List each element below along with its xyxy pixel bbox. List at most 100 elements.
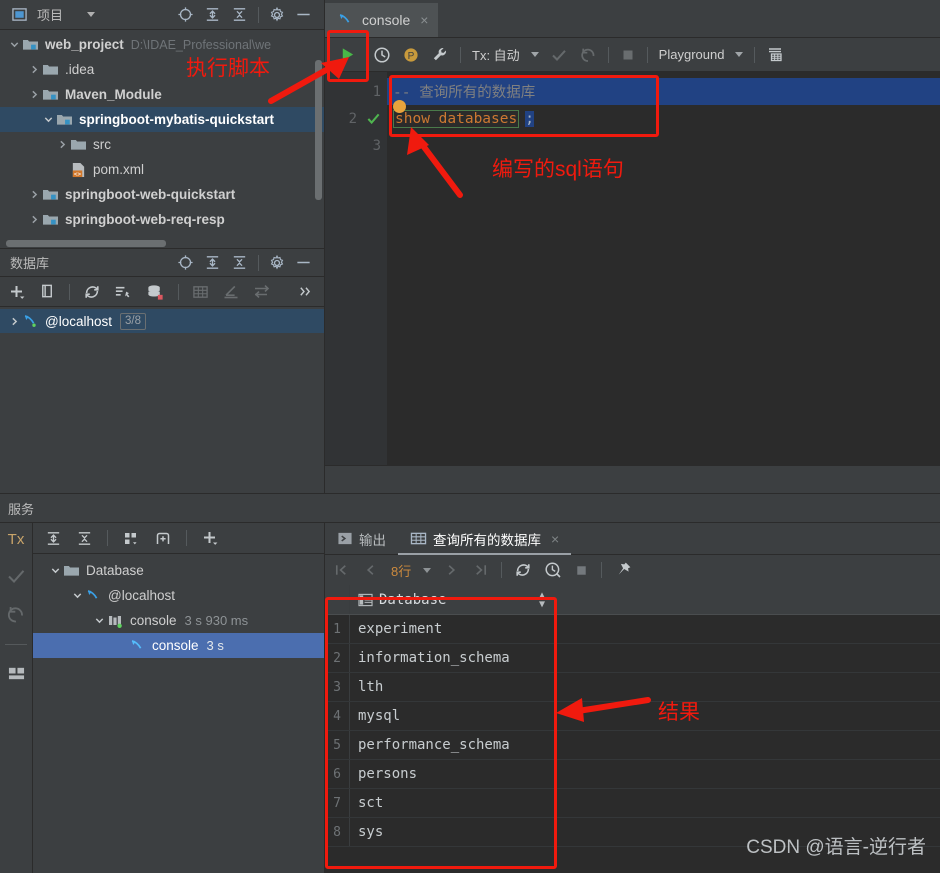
- project-title-chip[interactable]: 项目: [6, 5, 96, 24]
- tree-row-idea[interactable]: .idea: [0, 57, 324, 82]
- tab-output[interactable]: 输出: [325, 523, 398, 555]
- row-count-label[interactable]: 8行: [391, 561, 411, 580]
- tab-query-result[interactable]: 查询所有的数据库 ×: [398, 523, 571, 555]
- copy-icon[interactable]: [39, 283, 56, 300]
- chevron-down-icon[interactable]: [6, 39, 22, 50]
- query-history-icon[interactable]: [544, 561, 562, 579]
- table-icon[interactable]: [192, 284, 209, 300]
- table-row[interactable]: 5 performance_schema: [325, 731, 940, 760]
- table-row[interactable]: 7 sct: [325, 789, 940, 818]
- close-icon[interactable]: ×: [420, 12, 428, 28]
- cell-database[interactable]: mysql: [350, 702, 555, 730]
- chevron-down-icon[interactable]: [40, 114, 56, 125]
- grid-column-header-database[interactable]: Database ▲ ▼: [350, 585, 555, 614]
- add-icon[interactable]: [201, 529, 219, 547]
- chevron-right-icon[interactable]: [26, 89, 42, 100]
- commit-icon[interactable]: [6, 566, 26, 586]
- tree-row-springboot-mybatis-quickstart[interactable]: springboot-mybatis-quickstart: [0, 107, 324, 132]
- schema-selector-label[interactable]: Playground: [659, 47, 725, 62]
- table-row[interactable]: 2 information_schema: [325, 644, 940, 673]
- results-grid[interactable]: Database ▲ ▼ 1 experiment 2 information_sch…: [325, 585, 940, 873]
- sync-icon[interactable]: [253, 283, 271, 300]
- chevron-down-icon[interactable]: [423, 567, 432, 573]
- tree-row-springboot-web-quickstart[interactable]: springboot-web-quickstart: [0, 182, 324, 207]
- transaction-mode-label[interactable]: Tx: 自动: [472, 45, 520, 64]
- code-text-area[interactable]: -- 查询所有的数据库 show databases ;: [387, 72, 940, 493]
- chevron-down-icon[interactable]: [91, 615, 107, 626]
- add-icon[interactable]: [8, 283, 26, 301]
- chevron-down-icon[interactable]: [47, 565, 63, 576]
- intention-bulb-icon[interactable]: [393, 100, 406, 113]
- chevron-right-icon[interactable]: [6, 316, 22, 327]
- chevron-right-icon[interactable]: [26, 189, 42, 200]
- cell-database[interactable]: performance_schema: [350, 731, 555, 759]
- tree-row-maven-module[interactable]: Maven_Module: [0, 82, 324, 107]
- services-row-localhost[interactable]: @localhost: [33, 583, 324, 608]
- chevron-down-icon[interactable]: [735, 52, 744, 57]
- chevron-right-icon[interactable]: [54, 139, 70, 150]
- last-page-icon[interactable]: [472, 562, 489, 578]
- profile-icon[interactable]: P: [402, 46, 420, 64]
- cell-database[interactable]: lth: [350, 673, 555, 701]
- chevron-down-icon[interactable]: [69, 590, 85, 601]
- code-line-1[interactable]: -- 查询所有的数据库: [387, 78, 940, 105]
- reload-icon[interactable]: [514, 561, 532, 579]
- project-vertical-scrollbar[interactable]: [315, 60, 322, 200]
- tab-console[interactable]: console ×: [325, 3, 439, 37]
- tree-row-springboot-web-req-resp[interactable]: springboot-web-req-resp: [0, 207, 324, 232]
- chevron-down-icon[interactable]: [530, 52, 539, 57]
- refresh-icon[interactable]: [83, 283, 101, 301]
- table-row[interactable]: 4 mysql: [325, 702, 940, 731]
- table-row[interactable]: 3 lth: [325, 673, 940, 702]
- group-icon[interactable]: [122, 530, 140, 547]
- code-line-3[interactable]: [387, 132, 940, 159]
- minimize-icon[interactable]: [295, 6, 312, 23]
- minimize-icon[interactable]: [295, 254, 312, 271]
- services-row-console-child[interactable]: console 3 s: [33, 633, 324, 658]
- table-row[interactable]: 6 persons: [325, 760, 940, 789]
- services-row-database[interactable]: Database: [33, 558, 324, 583]
- first-page-icon[interactable]: [333, 562, 350, 578]
- next-page-icon[interactable]: [443, 562, 460, 578]
- Tx-icon[interactable]: Tx: [8, 531, 25, 548]
- table-row[interactable]: 1 experiment: [325, 615, 940, 644]
- history-icon[interactable]: [373, 46, 391, 64]
- layout-icon[interactable]: [7, 665, 26, 682]
- cell-database[interactable]: experiment: [350, 615, 555, 643]
- more-icon[interactable]: [297, 284, 316, 299]
- collapse-all-icon[interactable]: [76, 530, 93, 547]
- prev-page-icon[interactable]: [362, 562, 379, 578]
- tree-row-web-project[interactable]: web_project D:\IDAE_Professional\we: [0, 32, 324, 57]
- chevron-right-icon[interactable]: [26, 214, 42, 225]
- collapse-all-icon[interactable]: [231, 6, 248, 23]
- project-horizontal-scrollbar-thumb[interactable]: [6, 240, 166, 247]
- cell-database[interactable]: sct: [350, 789, 555, 817]
- run-icon[interactable]: [333, 46, 362, 63]
- services-row-console-parent[interactable]: console 3 s 930 ms: [33, 608, 324, 633]
- run-sql-icon[interactable]: [114, 283, 133, 301]
- project-tree[interactable]: web_project D:\IDAE_Professional\we .ide…: [0, 30, 324, 248]
- database-tree[interactable]: @localhost 3/8: [0, 307, 324, 333]
- chevron-right-icon[interactable]: [26, 64, 42, 75]
- db-tree-row-localhost[interactable]: @localhost 3/8: [0, 309, 324, 333]
- add-tab-icon[interactable]: [154, 530, 172, 547]
- pin-icon[interactable]: [614, 561, 632, 579]
- wrench-icon[interactable]: [431, 46, 449, 64]
- datasource-properties-icon[interactable]: [146, 283, 165, 301]
- cell-database[interactable]: persons: [350, 760, 555, 788]
- locate-icon[interactable]: [177, 6, 194, 23]
- stop-icon[interactable]: [620, 47, 636, 63]
- gear-icon[interactable]: [269, 6, 285, 23]
- services-tree[interactable]: Database @localhost console 3 s 930 ms c…: [33, 554, 324, 658]
- rollback-icon[interactable]: [6, 604, 26, 624]
- cell-database[interactable]: sys: [350, 818, 555, 846]
- close-icon[interactable]: ×: [551, 531, 559, 547]
- gear-icon[interactable]: [269, 254, 285, 271]
- commit-icon[interactable]: [550, 46, 568, 64]
- code-line-2[interactable]: show databases ;: [387, 105, 940, 132]
- output-format-icon[interactable]: [766, 46, 784, 63]
- expand-all-icon[interactable]: [204, 6, 221, 23]
- expand-all-icon[interactable]: [45, 530, 62, 547]
- code-editor[interactable]: 1 2 3 -- 查询所有的数据库 show databases ;: [325, 72, 940, 493]
- edit-icon[interactable]: [222, 283, 240, 300]
